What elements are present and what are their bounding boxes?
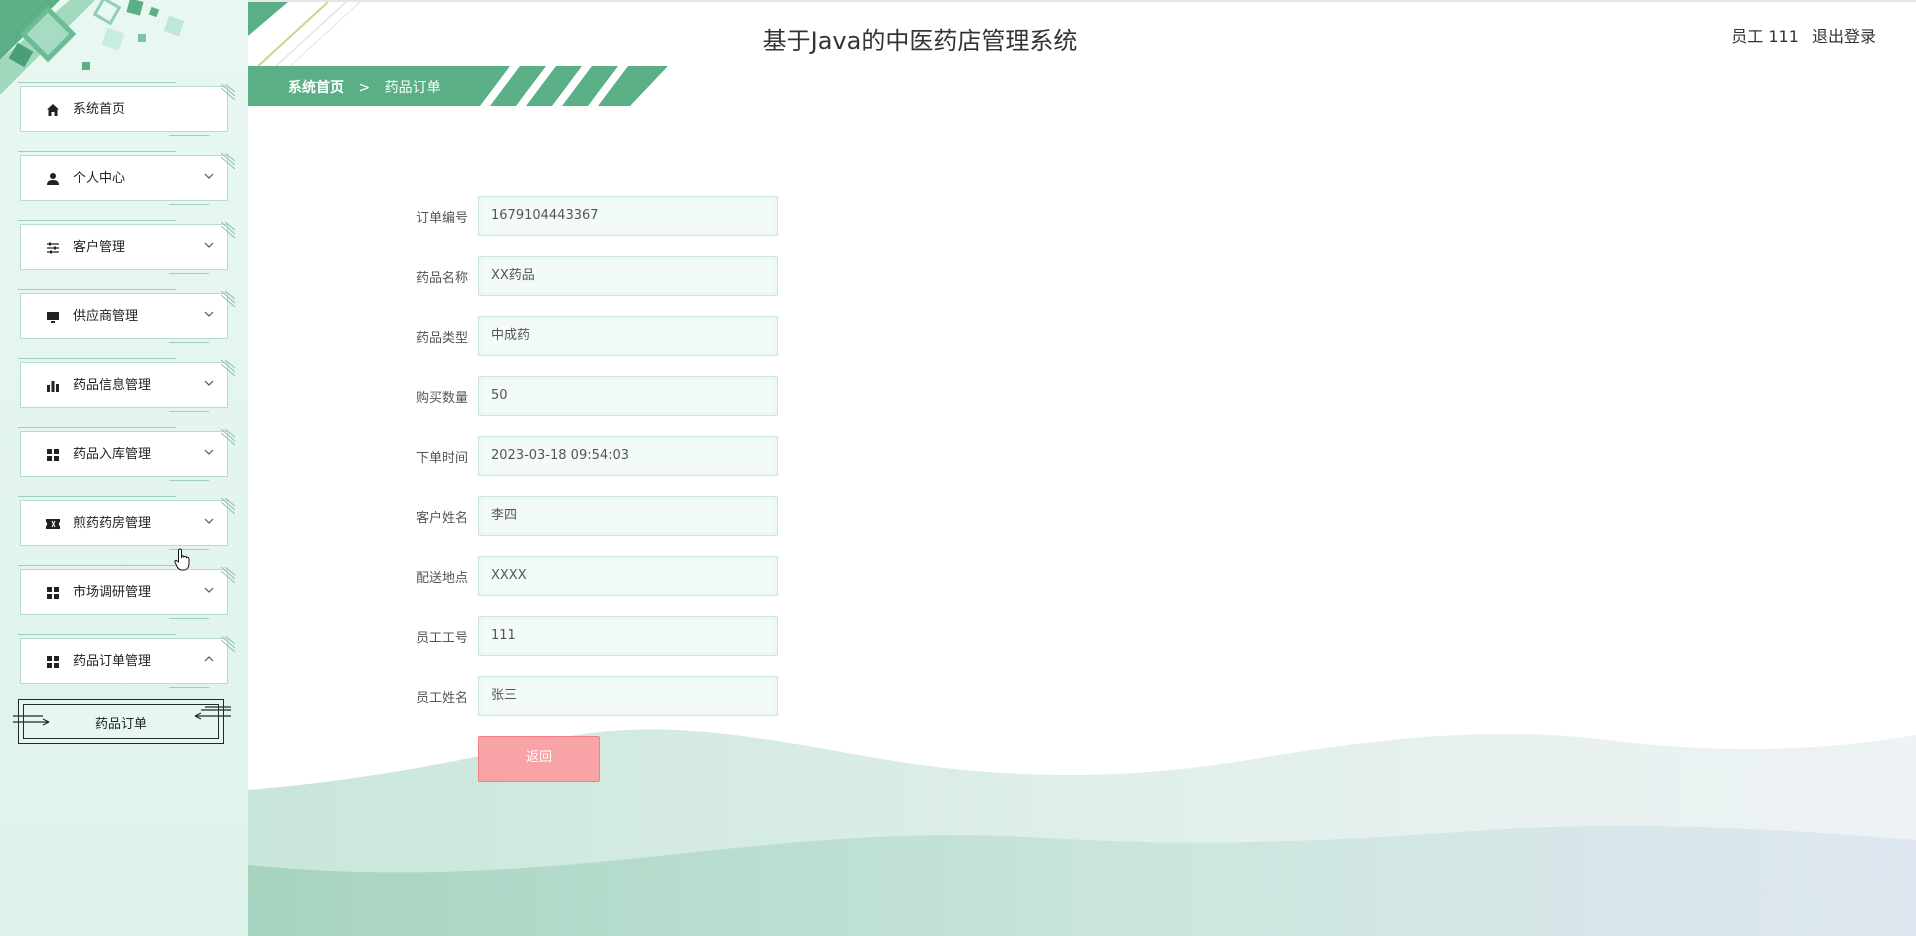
sidebar-item-label: 客户管理 bbox=[73, 240, 126, 255]
quantity-label: 购买数量 bbox=[415, 391, 468, 406]
hatch-decoration bbox=[221, 567, 235, 583]
medicine-name-label: 药品名称 bbox=[415, 271, 468, 286]
sidebar: 系统首页 个人中心 客户管理 供应商管理 药品信息管理 药品入库管理 煎药药房管… bbox=[0, 0, 248, 936]
sidebar-item-label: 市场调研管理 bbox=[73, 585, 152, 600]
form-row-order-number: 订单编号 1679104443367 bbox=[390, 196, 790, 236]
monitor-icon bbox=[45, 309, 61, 325]
form-row-delivery-address: 配送地点 XXXX bbox=[390, 556, 790, 596]
ticket-icon bbox=[45, 516, 61, 532]
breadcrumb-current: 药品订单 bbox=[384, 80, 441, 96]
employee-name-field[interactable]: 张三 bbox=[478, 676, 778, 716]
hatch-decoration bbox=[221, 291, 235, 307]
form-row-employee-id: 员工工号 111 bbox=[390, 616, 790, 656]
employee-name-label: 员工姓名 bbox=[415, 691, 468, 706]
hatch-decoration bbox=[221, 636, 235, 652]
sidebar-item-label: 煎药药房管理 bbox=[73, 516, 152, 531]
form-row-medicine-name: 药品名称 XX药品 bbox=[390, 256, 790, 296]
sidebar-decoration bbox=[0, 0, 185, 95]
medicine-type-field[interactable]: 中成药 bbox=[478, 316, 778, 356]
sidebar-item-stock-in-management[interactable]: 药品入库管理 bbox=[18, 427, 235, 481]
breadcrumb: 系统首页 > 药品订单 bbox=[288, 77, 441, 97]
breadcrumb-separator: > bbox=[358, 80, 371, 96]
medicine-type-label: 药品类型 bbox=[415, 331, 468, 346]
chevron-down-icon bbox=[204, 173, 214, 179]
user-name: 员工 111 bbox=[1731, 27, 1799, 46]
chevron-down-icon bbox=[204, 380, 214, 386]
hatch-decoration bbox=[221, 84, 235, 100]
quantity-field[interactable]: 50 bbox=[478, 376, 778, 416]
back-button[interactable]: 返回 bbox=[478, 736, 600, 782]
chevron-down-icon bbox=[204, 449, 214, 455]
sidebar-item-label: 个人中心 bbox=[73, 171, 126, 186]
hatch-decoration bbox=[221, 498, 235, 514]
user-icon bbox=[45, 171, 61, 187]
order-number-field[interactable]: 1679104443367 bbox=[478, 196, 778, 236]
form-row-customer-name: 客户姓名 李四 bbox=[390, 496, 790, 536]
chevron-down-icon bbox=[204, 587, 214, 593]
grid-icon bbox=[45, 447, 61, 463]
order-time-field[interactable]: 2023-03-18 09:54:03 bbox=[478, 436, 778, 476]
form-row-quantity: 购买数量 50 bbox=[390, 376, 790, 416]
home-icon bbox=[45, 102, 61, 118]
page-title: 基于Java的中医药店管理系统 bbox=[762, 27, 1078, 55]
grid-icon bbox=[45, 654, 61, 670]
sidebar-item-medicine-info-management[interactable]: 药品信息管理 bbox=[18, 358, 235, 412]
sidebar-item-label: 药品信息管理 bbox=[73, 378, 152, 393]
sidebar-item-order-management[interactable]: 药品订单管理 bbox=[18, 634, 235, 688]
chevron-down-icon bbox=[204, 311, 214, 317]
sidebar-item-home[interactable]: 系统首页 bbox=[18, 82, 235, 136]
order-number-label: 订单编号 bbox=[415, 211, 468, 226]
hatch-decoration bbox=[221, 360, 235, 376]
employee-id-label: 员工工号 bbox=[415, 631, 468, 646]
sidebar-item-market-research-management[interactable]: 市场调研管理 bbox=[18, 565, 235, 619]
breadcrumb-home[interactable]: 系统首页 bbox=[288, 80, 344, 96]
hatch-decoration bbox=[221, 429, 235, 445]
sidebar-item-decoction-room-management[interactable]: 煎药药房管理 bbox=[18, 496, 235, 550]
sidebar-item-label: 供应商管理 bbox=[73, 309, 139, 324]
delivery-address-label: 配送地点 bbox=[415, 571, 468, 586]
sidebar-item-supplier-management[interactable]: 供应商管理 bbox=[18, 289, 235, 343]
sidebar-item-personal-center[interactable]: 个人中心 bbox=[18, 151, 235, 205]
header: 基于Java的中医药店管理系统 员工 111 退出登录 bbox=[248, 0, 1916, 68]
form-row-medicine-type: 药品类型 中成药 bbox=[390, 316, 790, 356]
hatch-decoration bbox=[221, 153, 235, 169]
delivery-address-field[interactable]: XXXX bbox=[478, 556, 778, 596]
sliders-icon bbox=[45, 240, 61, 256]
hatch-decoration bbox=[221, 222, 235, 238]
medicine-name-field[interactable]: XX药品 bbox=[478, 256, 778, 296]
customer-name-field[interactable]: 李四 bbox=[478, 496, 778, 536]
form-row-order-time: 下单时间 2023-03-18 09:54:03 bbox=[390, 436, 790, 476]
order-time-label: 下单时间 bbox=[415, 451, 468, 466]
chevron-down-icon bbox=[204, 242, 214, 248]
sidebar-item-label: 系统首页 bbox=[73, 102, 126, 117]
form-row-employee-name: 员工姓名 张三 bbox=[390, 676, 790, 716]
sidebar-item-label: 药品订单管理 bbox=[73, 654, 152, 669]
sidebar-item-label: 药品入库管理 bbox=[73, 447, 152, 462]
hand-cursor-icon bbox=[174, 548, 190, 571]
chevron-up-icon bbox=[204, 656, 214, 662]
user-area: 员工 111 退出登录 bbox=[1723, 23, 1876, 47]
sidebar-item-customer-management[interactable]: 客户管理 bbox=[18, 220, 235, 274]
customer-name-label: 客户姓名 bbox=[415, 511, 468, 526]
grid-icon bbox=[45, 585, 61, 601]
chevron-down-icon bbox=[204, 518, 214, 524]
sidebar-subitem-label: 药品订单 bbox=[94, 717, 147, 732]
bar-chart-icon bbox=[45, 378, 61, 394]
sidebar-subitem-medicine-orders[interactable]: 药品订单 bbox=[13, 699, 231, 744]
logout-link[interactable]: 退出登录 bbox=[1812, 27, 1876, 46]
employee-id-field[interactable]: 111 bbox=[478, 616, 778, 656]
